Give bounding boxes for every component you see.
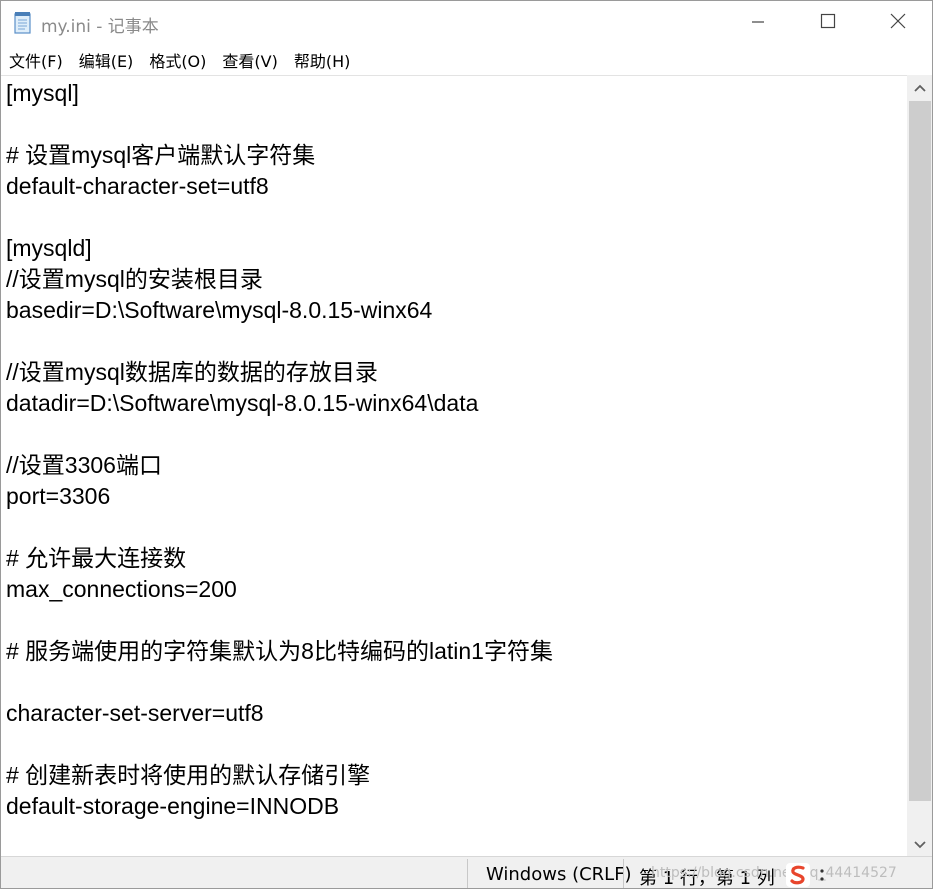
menu-bar: 文件(F) 编辑(E) 格式(O) 查看(V) 帮助(H) <box>1 45 932 75</box>
status-separator <box>623 859 624 888</box>
editor-line[interactable]: basedir=D:\Software\mysql-8.0.15-winx64 <box>6 295 906 326</box>
ime-menu-icon <box>819 868 825 882</box>
status-separator <box>467 859 468 888</box>
editor-line[interactable]: [mysql] <box>6 78 906 109</box>
window-title: my.ini - 记事本 <box>41 17 159 37</box>
menu-help[interactable]: 帮助(H) <box>288 45 357 75</box>
editor-line[interactable] <box>6 512 906 543</box>
editor-line[interactable] <box>6 667 906 698</box>
editor-line[interactable]: # 创建新表时将使用的默认存储引擎 <box>6 760 906 791</box>
editor-line[interactable]: # 服务端使用的字符集默认为8比特编码的latin1字符集 <box>6 636 906 667</box>
close-button[interactable] <box>863 1 932 45</box>
editor-line[interactable]: character-set-server=utf8 <box>6 698 906 729</box>
scroll-up-button[interactable] <box>907 75 932 99</box>
editor-line[interactable]: # 设置mysql客户端默认字符集 <box>6 140 906 171</box>
editor-line[interactable] <box>6 202 906 233</box>
editor-line[interactable]: //设置mysql数据库的数据的存放目录 <box>6 357 906 388</box>
scroll-down-button[interactable] <box>907 832 932 856</box>
editor-line[interactable]: default-storage-engine=INNODB <box>6 791 906 822</box>
status-line-ending: Windows (CRLF) <box>486 864 632 885</box>
editor-line[interactable]: # 允许最大连接数 <box>6 543 906 574</box>
minimize-icon <box>751 14 765 33</box>
editor-line[interactable] <box>6 729 906 760</box>
text-editor[interactable]: [mysql] # 设置mysql客户端默认字符集 default-charac… <box>1 75 907 856</box>
editor-line[interactable]: port=3306 <box>6 481 906 512</box>
editor-line[interactable]: default-character-set=utf8 <box>6 171 906 202</box>
chevron-up-icon <box>913 78 927 97</box>
maximize-icon <box>820 13 836 33</box>
notepad-window: my.ini - 记事本 文件(F) 编辑(E) 格式(O) 查看(V) 帮助(… <box>0 0 933 889</box>
scrollbar-thumb[interactable] <box>909 101 931 801</box>
maximize-button[interactable] <box>793 1 863 45</box>
sogou-ime-icon <box>785 862 811 888</box>
menu-edit[interactable]: 编辑(E) <box>73 45 140 75</box>
menu-format[interactable]: 格式(O) <box>143 45 212 75</box>
menu-file[interactable]: 文件(F) <box>3 45 69 75</box>
editor-line[interactable] <box>6 326 906 357</box>
editor-line[interactable] <box>6 419 906 450</box>
editor-line[interactable] <box>6 109 906 140</box>
editor-line[interactable]: //设置mysql的安装根目录 <box>6 264 906 295</box>
menu-view[interactable]: 查看(V) <box>216 45 283 75</box>
editor-line[interactable]: //设置3306端口 <box>6 450 906 481</box>
notepad-icon <box>13 11 33 35</box>
close-icon <box>890 13 906 33</box>
editor-lines: [mysql] # 设置mysql客户端默认字符集 default-charac… <box>6 78 906 822</box>
editor-line[interactable] <box>6 605 906 636</box>
ime-indicator[interactable] <box>771 859 851 888</box>
title-bar[interactable]: my.ini - 记事本 <box>1 1 932 45</box>
minimize-button[interactable] <box>723 1 793 45</box>
vertical-scrollbar[interactable] <box>907 75 932 856</box>
editor-line[interactable]: datadir=D:\Software\mysql-8.0.15-winx64\… <box>6 388 906 419</box>
chevron-down-icon <box>913 835 927 854</box>
editor-line[interactable]: [mysqld] <box>6 233 906 264</box>
editor-line[interactable]: max_connections=200 <box>6 574 906 605</box>
